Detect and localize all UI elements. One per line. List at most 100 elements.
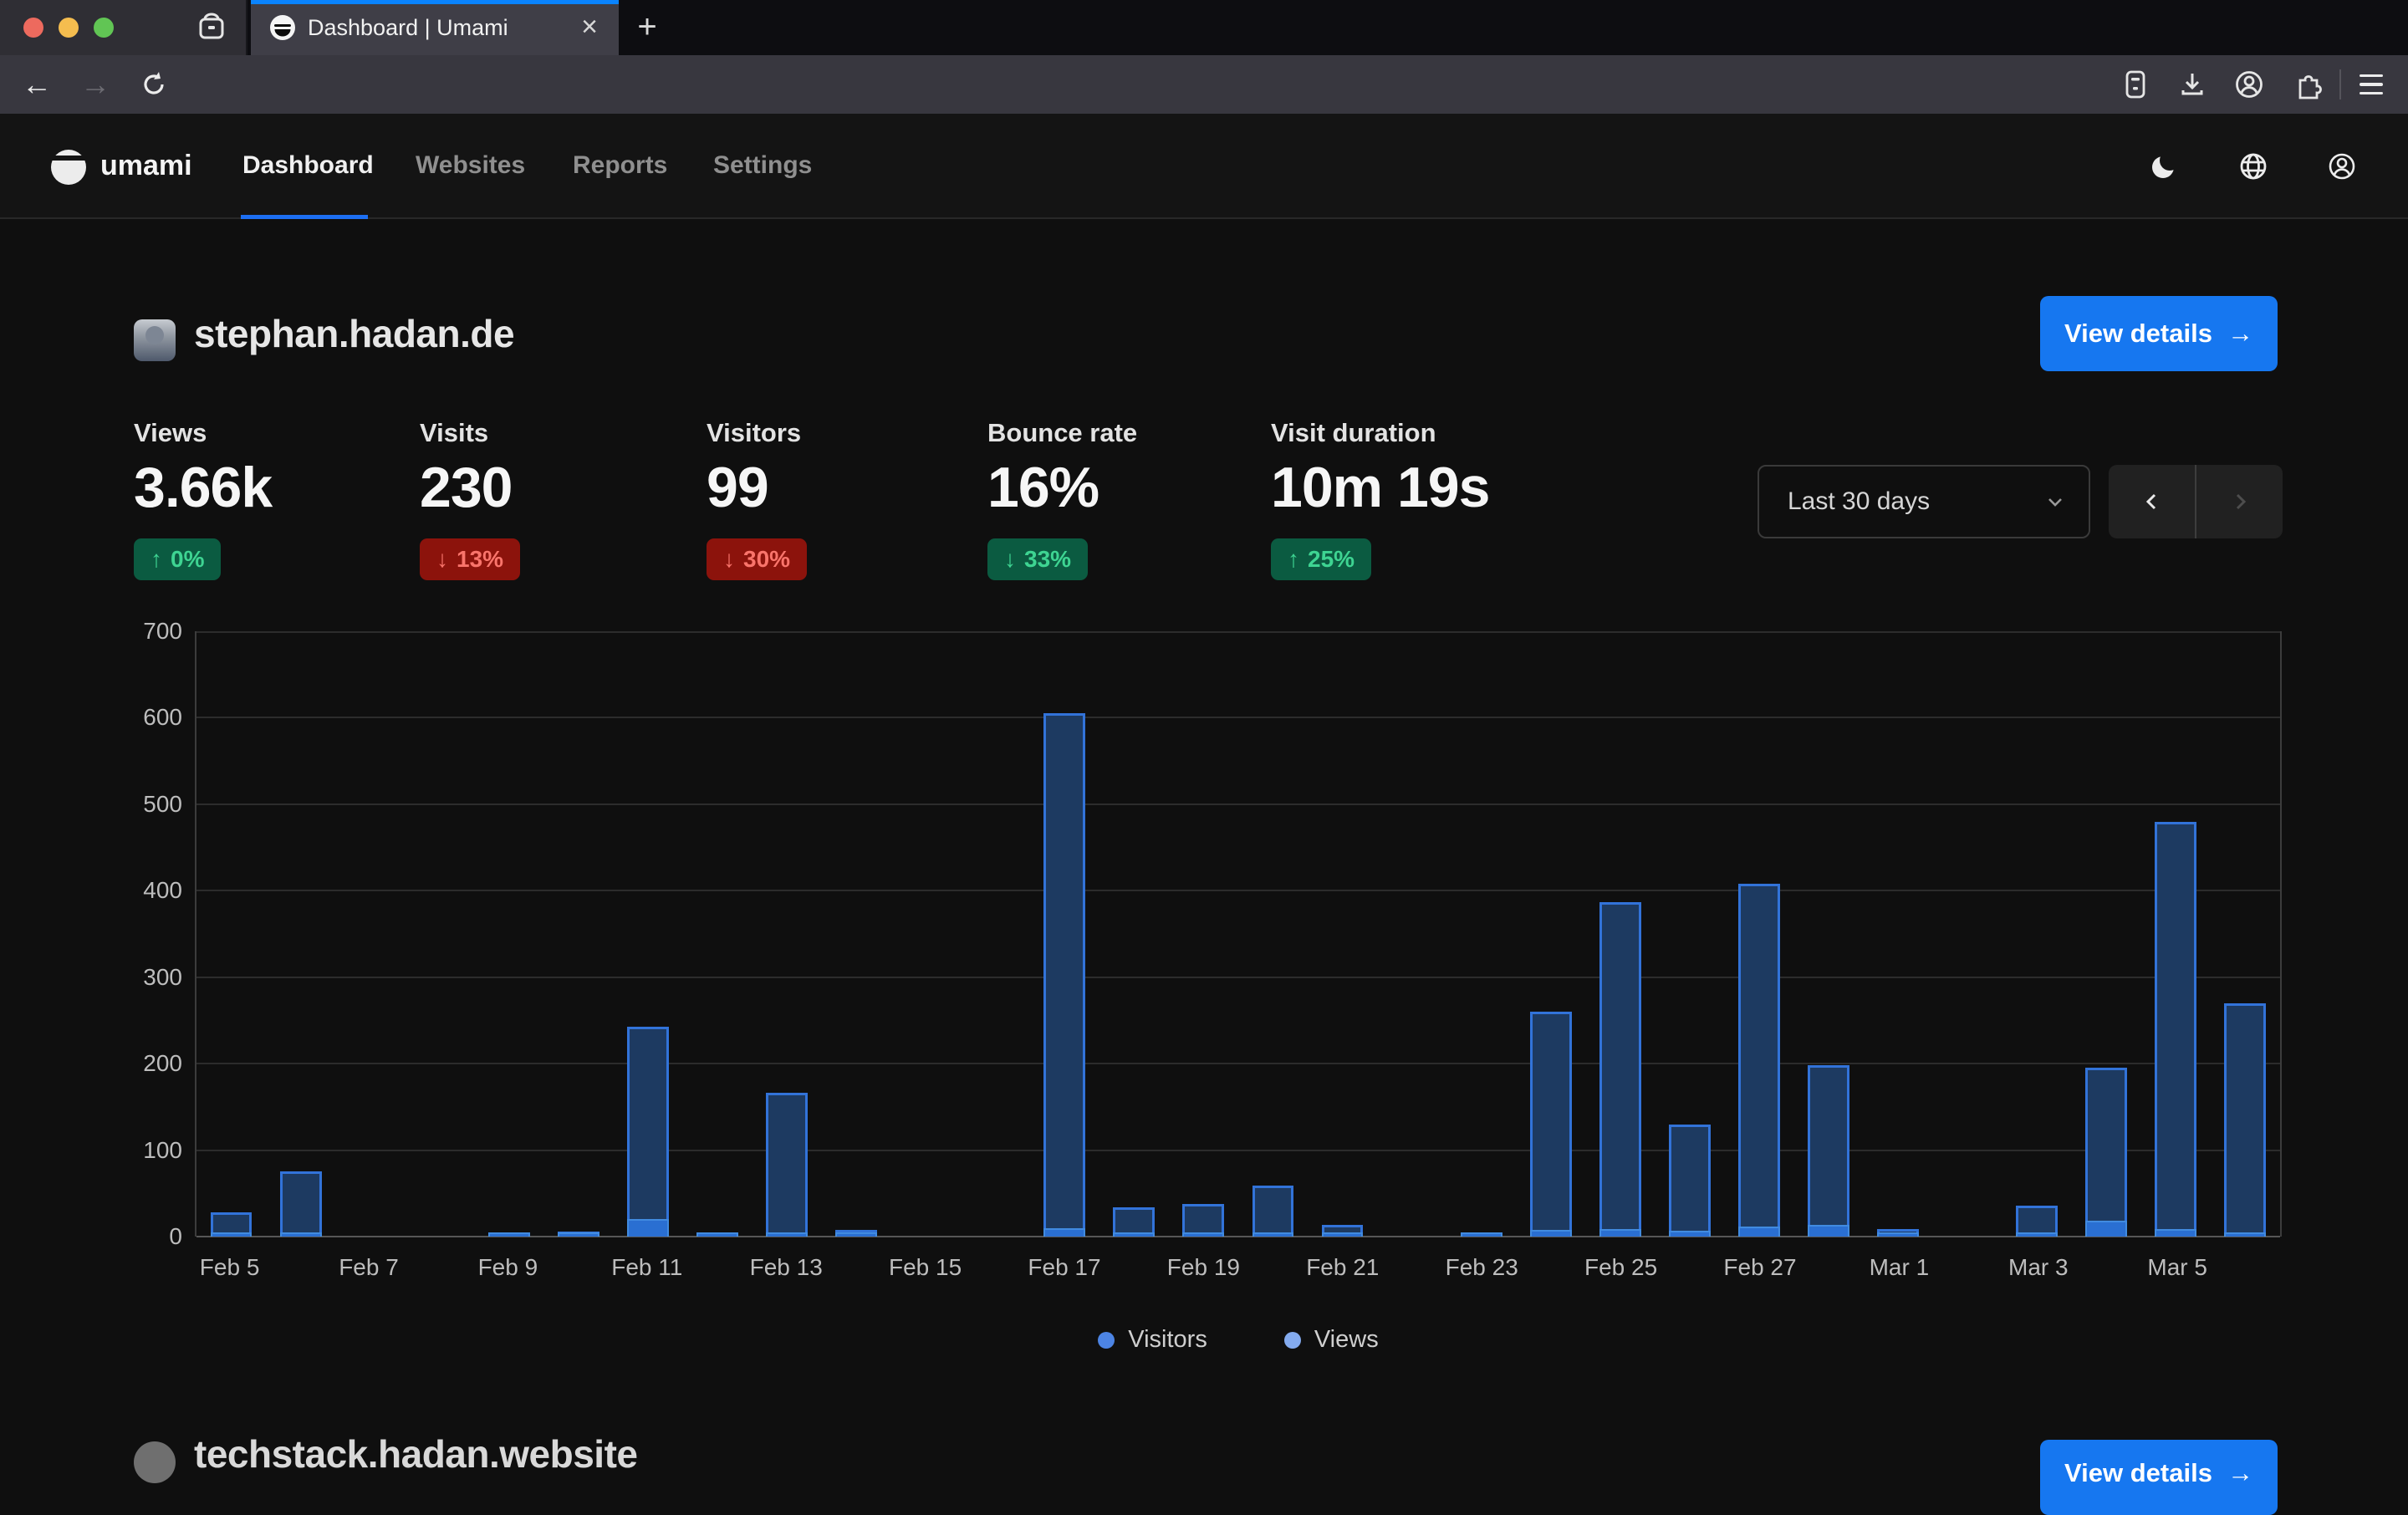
chart-day-slot[interactable] bbox=[2211, 631, 2280, 1237]
chart-day-slot[interactable] bbox=[1099, 631, 1169, 1237]
visitors-bar[interactable] bbox=[696, 1232, 738, 1237]
chart-day-slot[interactable] bbox=[613, 631, 682, 1237]
views-bar[interactable] bbox=[627, 1027, 669, 1237]
visitors-bar[interactable] bbox=[627, 1219, 669, 1237]
chart-day-slot[interactable] bbox=[1030, 631, 1099, 1237]
chart-day-slot[interactable] bbox=[1308, 631, 1377, 1237]
visitors-bar[interactable] bbox=[1599, 1229, 1641, 1237]
nav-item-dashboard[interactable]: Dashboard bbox=[242, 114, 374, 217]
views-bar[interactable] bbox=[2085, 1068, 2127, 1237]
chart-day-slot[interactable] bbox=[682, 631, 752, 1237]
chart-day-slot[interactable] bbox=[474, 631, 543, 1237]
chart-day-slot[interactable] bbox=[1446, 631, 1516, 1237]
reload-icon[interactable] bbox=[135, 66, 172, 103]
window-close-button[interactable] bbox=[23, 18, 43, 38]
extensions-puzzle-icon[interactable] bbox=[2289, 68, 2323, 101]
views-bar[interactable] bbox=[2155, 822, 2196, 1237]
theme-moon-icon[interactable] bbox=[2149, 150, 2181, 182]
nav-item-settings[interactable]: Settings bbox=[713, 114, 812, 217]
website-title[interactable]: stephan.hadan.de bbox=[194, 311, 514, 356]
account-icon[interactable] bbox=[2232, 68, 2266, 101]
visitors-bar[interactable] bbox=[1808, 1225, 1849, 1237]
chart-day-slot[interactable] bbox=[961, 631, 1030, 1237]
views-bar[interactable] bbox=[1669, 1125, 1711, 1237]
prev-period-button[interactable] bbox=[2109, 465, 2195, 538]
visitors-bar[interactable] bbox=[1113, 1232, 1155, 1237]
forward-icon[interactable]: → bbox=[77, 66, 114, 103]
umami-logo-icon[interactable] bbox=[48, 146, 89, 186]
date-range-dropdown[interactable]: Last 30 days bbox=[1758, 465, 2090, 538]
chart-day-slot[interactable] bbox=[1516, 631, 1585, 1237]
window-minimize-button[interactable] bbox=[59, 18, 79, 38]
chart-day-slot[interactable] bbox=[1377, 631, 1446, 1237]
chart-day-slot[interactable] bbox=[1169, 631, 1238, 1237]
visitors-bar[interactable] bbox=[1669, 1231, 1711, 1237]
visitors-bar[interactable] bbox=[558, 1232, 599, 1237]
brand-name[interactable]: umami bbox=[100, 114, 192, 217]
visitors-bar[interactable] bbox=[2155, 1229, 2196, 1237]
chart-day-slot[interactable] bbox=[1793, 631, 1863, 1237]
browser-tab[interactable]: Dashboard | Umami × bbox=[251, 0, 619, 55]
chart-day-slot[interactable] bbox=[2002, 631, 2072, 1237]
chart-day-slot[interactable] bbox=[2141, 631, 2211, 1237]
downloads-icon[interactable] bbox=[2176, 68, 2209, 101]
firefox-view-icon[interactable] bbox=[194, 12, 229, 43]
chart-day-slot[interactable] bbox=[266, 631, 335, 1237]
chart-day-slot[interactable] bbox=[1585, 631, 1655, 1237]
visitors-bar[interactable] bbox=[211, 1232, 253, 1237]
visitors-bar[interactable] bbox=[1322, 1232, 1364, 1237]
visitors-bar[interactable] bbox=[1461, 1232, 1502, 1237]
chart-day-slot[interactable] bbox=[543, 631, 613, 1237]
views-bar[interactable] bbox=[1252, 1186, 1294, 1237]
visitors-bar[interactable] bbox=[2085, 1221, 2127, 1237]
views-bar[interactable] bbox=[1043, 713, 1085, 1237]
chart-day-slot[interactable] bbox=[1655, 631, 1724, 1237]
chart-day-slot[interactable] bbox=[1238, 631, 1308, 1237]
chart-day-slot[interactable] bbox=[335, 631, 405, 1237]
nav-item-reports[interactable]: Reports bbox=[573, 114, 667, 217]
window-zoom-button[interactable] bbox=[94, 18, 114, 38]
view-details-button[interactable]: View details → bbox=[2040, 296, 2278, 371]
visitors-bar[interactable] bbox=[1738, 1227, 1780, 1237]
visitors-bar[interactable] bbox=[1530, 1230, 1572, 1237]
language-globe-icon[interactable] bbox=[2237, 150, 2269, 182]
chart-day-slot[interactable] bbox=[752, 631, 822, 1237]
profile-icon[interactable] bbox=[2326, 150, 2358, 182]
views-bar[interactable] bbox=[1738, 884, 1780, 1237]
menu-hamburger-icon[interactable] bbox=[2354, 68, 2388, 101]
chart-day-slot[interactable] bbox=[891, 631, 961, 1237]
visitors-bar[interactable] bbox=[2224, 1232, 2266, 1237]
new-tab-button[interactable]: + bbox=[629, 9, 666, 46]
visitors-bar[interactable] bbox=[488, 1232, 530, 1237]
visitors-bar[interactable] bbox=[766, 1232, 808, 1237]
visitors-bar[interactable] bbox=[280, 1232, 322, 1237]
visitors-bar[interactable] bbox=[2016, 1232, 2058, 1237]
views-bar[interactable] bbox=[2224, 1003, 2266, 1237]
chart-day-slot[interactable] bbox=[822, 631, 891, 1237]
chart-day-slot[interactable] bbox=[1724, 631, 1793, 1237]
visitors-bar[interactable] bbox=[1182, 1232, 1224, 1237]
chart-day-slot[interactable] bbox=[405, 631, 474, 1237]
views-bar[interactable] bbox=[1530, 1012, 1572, 1237]
back-icon[interactable]: ← bbox=[18, 66, 55, 103]
device-sidebar-icon[interactable] bbox=[2119, 68, 2152, 101]
views-bar[interactable] bbox=[1808, 1065, 1849, 1237]
views-bar[interactable] bbox=[280, 1171, 322, 1237]
chart-day-slot[interactable] bbox=[1933, 631, 2002, 1237]
view-details-button[interactable]: View details → bbox=[2040, 1440, 2278, 1515]
chart-day-slot[interactable] bbox=[1864, 631, 1933, 1237]
legend-item-visitors[interactable]: Visitors bbox=[1098, 1326, 1207, 1354]
chart-day-slot[interactable] bbox=[196, 631, 266, 1237]
next-period-button[interactable] bbox=[2196, 465, 2283, 538]
legend-item-views[interactable]: Views bbox=[1284, 1326, 1379, 1354]
visitors-bar[interactable] bbox=[1043, 1228, 1085, 1237]
views-bar[interactable] bbox=[1599, 902, 1641, 1237]
visitors-bar[interactable] bbox=[1877, 1232, 1919, 1237]
chart-day-slot[interactable] bbox=[2072, 631, 2141, 1237]
nav-item-websites[interactable]: Websites bbox=[416, 114, 525, 217]
visitors-bar[interactable] bbox=[1252, 1232, 1294, 1237]
website-title[interactable]: techstack.hadan.website bbox=[194, 1431, 637, 1477]
views-bar[interactable] bbox=[766, 1093, 808, 1237]
tab-close-icon[interactable]: × bbox=[574, 12, 605, 43]
visitors-bar[interactable] bbox=[835, 1232, 877, 1237]
